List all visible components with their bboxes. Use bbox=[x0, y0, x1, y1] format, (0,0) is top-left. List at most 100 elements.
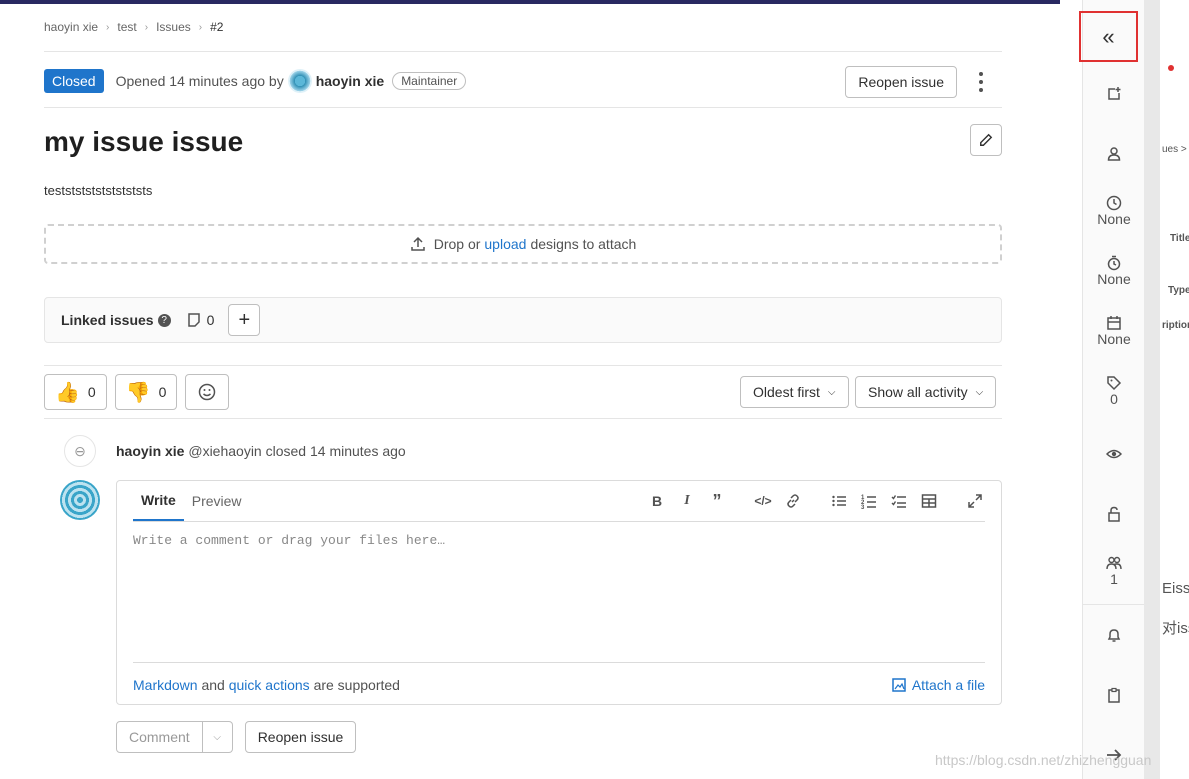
attach-file-label: Attach a file bbox=[911, 676, 985, 693]
activity-filter-label: Show all activity bbox=[868, 384, 968, 400]
system-note: ⊖ haoyin xie @xiehaoyin closed 14 minute… bbox=[64, 435, 406, 467]
confidentiality-item[interactable] bbox=[1083, 446, 1145, 462]
status-badge: Closed bbox=[44, 69, 104, 93]
label-icon bbox=[1107, 376, 1122, 391]
markdown-link[interactable]: Markdown bbox=[133, 677, 198, 693]
numbered-list-icon[interactable]: 123 bbox=[859, 491, 879, 511]
supported-text: are supported bbox=[313, 676, 400, 693]
svg-text:3: 3 bbox=[861, 505, 865, 509]
closed-status-icon: ⊖ bbox=[64, 435, 96, 467]
linked-issues-card: Linked issues ? 0 + bbox=[44, 297, 1002, 343]
comment-textarea[interactable] bbox=[133, 533, 985, 653]
watermark: https://blog.csdn.net/zhizhengguan bbox=[935, 752, 1152, 768]
clipboard-icon bbox=[1108, 687, 1120, 703]
participants-count-value: 1 bbox=[1110, 571, 1118, 587]
pencil-icon bbox=[980, 133, 993, 146]
more-actions-icon[interactable] bbox=[976, 72, 986, 92]
bg-text-type: Type bbox=[1168, 285, 1189, 296]
lock-item[interactable] bbox=[1083, 506, 1145, 522]
copy-reference-item[interactable] bbox=[1083, 687, 1145, 703]
comment-options-toggle[interactable]: ⌵ bbox=[202, 721, 233, 753]
breadcrumb-issue-number[interactable]: #2 bbox=[210, 20, 223, 34]
linked-count-value: 0 bbox=[206, 312, 215, 328]
chevron-down-icon: ⌵ bbox=[213, 731, 221, 743]
add-reaction-button[interactable] bbox=[185, 374, 230, 410]
clock-icon bbox=[1106, 195, 1122, 211]
bg-text-duiss: 对iss bbox=[1162, 620, 1189, 637]
note-text: haoyin xie @xiehaoyin closed 14 minutes … bbox=[116, 443, 406, 459]
bold-icon[interactable]: B bbox=[647, 491, 667, 511]
quote-icon[interactable]: ” bbox=[707, 491, 727, 511]
smiley-icon bbox=[199, 383, 216, 401]
note-author[interactable]: haoyin xie bbox=[116, 443, 184, 459]
task-list-icon[interactable] bbox=[889, 491, 909, 511]
thumbs-down-button[interactable]: 👎 0 bbox=[114, 374, 178, 410]
collapse-sidebar-icon[interactable]: « bbox=[1079, 11, 1138, 62]
comment-button[interactable]: Comment bbox=[116, 721, 203, 753]
issue-title: my issue issue bbox=[44, 126, 244, 157]
bg-text-title: Title bbox=[1170, 233, 1189, 244]
tab-preview[interactable]: Preview bbox=[184, 481, 250, 521]
quick-actions-link[interactable]: quick actions bbox=[229, 677, 310, 693]
window-scrollbar[interactable] bbox=[1144, 0, 1160, 779]
divider bbox=[44, 418, 1002, 419]
comment-split-button: Comment ⌵ bbox=[116, 721, 233, 753]
breadcrumb-issues[interactable]: Issues bbox=[156, 20, 191, 34]
time-estimate-item[interactable]: None bbox=[1083, 195, 1145, 227]
divider bbox=[44, 51, 1002, 52]
breadcrumb-project[interactable]: test bbox=[117, 20, 136, 34]
upload-link[interactable]: upload bbox=[484, 236, 526, 252]
tab-write[interactable]: Write bbox=[133, 481, 184, 521]
author-avatar[interactable] bbox=[287, 69, 312, 93]
time-tracking-item[interactable]: None bbox=[1083, 255, 1145, 287]
image-icon bbox=[892, 677, 906, 692]
author-name[interactable]: haoyin xie bbox=[316, 73, 384, 89]
thumbs-down-count: 0 bbox=[158, 384, 167, 400]
add-linked-issue-button[interactable]: + bbox=[228, 304, 261, 336]
reopen-issue-bottom-button[interactable]: Reopen issue bbox=[244, 721, 357, 753]
comment-actions: Comment ⌵ Reopen issue bbox=[116, 721, 357, 753]
labels-count-value: 0 bbox=[1110, 391, 1118, 407]
divider bbox=[44, 107, 1002, 108]
link-icon[interactable] bbox=[783, 491, 803, 511]
chevron-right-icon: › bbox=[198, 21, 203, 33]
reopen-issue-button[interactable]: Reopen issue bbox=[845, 66, 957, 98]
participants-item[interactable]: 1 bbox=[1083, 555, 1145, 587]
eye-icon bbox=[1106, 449, 1122, 459]
design-dropzone[interactable]: Drop or upload designs to attach bbox=[44, 224, 1002, 264]
assignee-item[interactable] bbox=[1083, 146, 1145, 162]
note-username[interactable]: @xiehaoyin bbox=[188, 443, 261, 459]
current-user-avatar[interactable] bbox=[60, 480, 100, 520]
thumbs-up-icon: 👍 bbox=[55, 381, 80, 404]
and-text: and bbox=[201, 676, 225, 693]
role-badge: Maintainer bbox=[392, 72, 467, 90]
labels-item[interactable]: 0 bbox=[1083, 375, 1145, 407]
due-date-item[interactable]: None bbox=[1083, 315, 1145, 347]
top-bar bbox=[0, 0, 1060, 4]
fullscreen-icon[interactable] bbox=[965, 491, 985, 511]
thumbs-up-button[interactable]: 👍 0 bbox=[44, 374, 107, 410]
bullet-list-icon[interactable] bbox=[829, 491, 849, 511]
code-icon[interactable]: </> bbox=[753, 491, 773, 511]
breadcrumb: haoyin xie › test › Issues › #2 bbox=[44, 20, 223, 34]
breadcrumb-user[interactable]: haoyin xie bbox=[44, 20, 98, 34]
chevron-right-icon: › bbox=[144, 21, 149, 33]
chevron-down-icon: ⌵ bbox=[975, 386, 984, 398]
question-icon[interactable]: ? bbox=[157, 313, 171, 327]
notifications-item[interactable] bbox=[1083, 627, 1145, 643]
table-icon[interactable] bbox=[919, 491, 939, 511]
time-spent-value: None bbox=[1097, 271, 1131, 287]
user-icon bbox=[1107, 147, 1121, 161]
chevron-right-icon: › bbox=[106, 21, 110, 33]
bg-text-issues: ues > bbox=[1162, 144, 1187, 155]
due-date-value: None bbox=[1097, 331, 1131, 347]
users-icon bbox=[1106, 556, 1122, 570]
todo-item[interactable] bbox=[1083, 86, 1145, 102]
activity-filter-dropdown[interactable]: Show all activity ⌵ bbox=[855, 376, 997, 408]
italic-icon[interactable]: I bbox=[677, 491, 697, 511]
issue-description: testststststststststs bbox=[44, 183, 153, 198]
issues-icon bbox=[187, 313, 200, 327]
edit-title-button[interactable] bbox=[970, 124, 1002, 156]
sort-order-dropdown[interactable]: Oldest first ⌵ bbox=[740, 376, 849, 408]
attach-file-button[interactable]: Attach a file bbox=[892, 677, 985, 693]
